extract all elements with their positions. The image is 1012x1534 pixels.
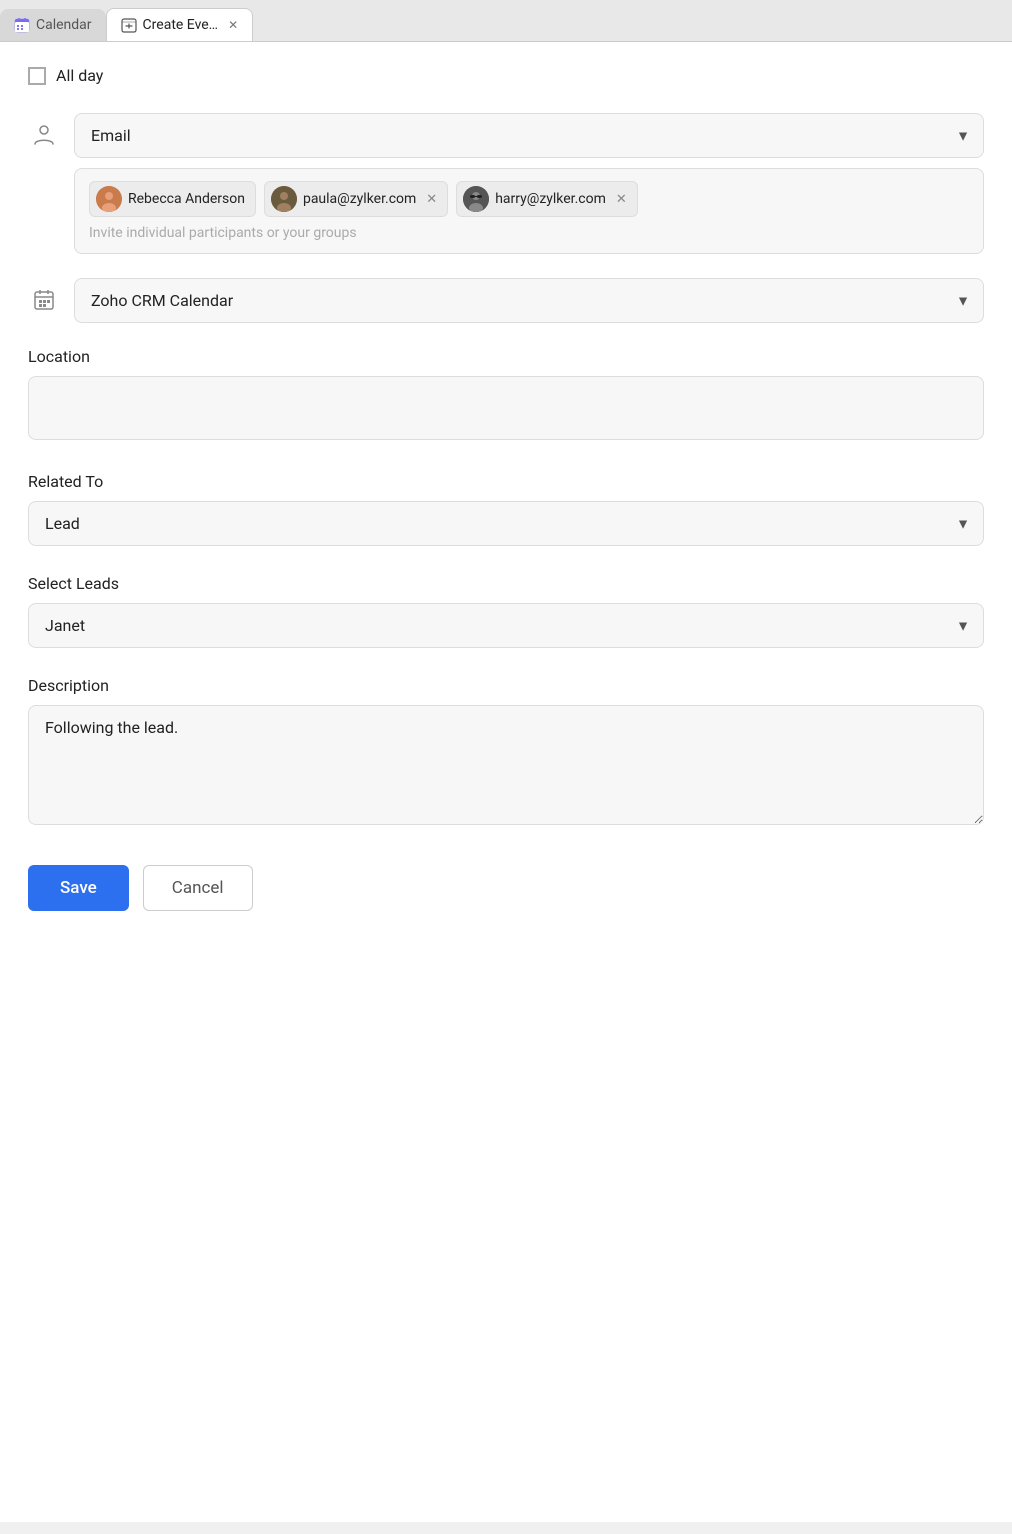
related-to-label: Related To	[28, 472, 984, 491]
email-field-content: Email Phone ▼	[74, 113, 984, 254]
participant-name-paula: paula@zylker.com	[303, 191, 416, 207]
browser-chrome: Calendar Create Eve… ✕	[0, 0, 1012, 42]
related-to-select[interactable]: Lead Contact Account Deal	[28, 501, 984, 546]
create-event-tab[interactable]: Create Eve… ✕	[106, 8, 254, 41]
email-select[interactable]: Email Phone	[74, 113, 984, 158]
select-leads-group: Select Leads Janet ▼	[28, 574, 984, 648]
participant-tag-harry: harry@zylker.com ✕	[456, 181, 638, 217]
cancel-button[interactable]: Cancel	[143, 865, 253, 911]
participant-name-rebecca: Rebecca Anderson	[128, 191, 245, 207]
related-to-select-wrapper: Lead Contact Account Deal ▼	[28, 501, 984, 546]
calendar-app-icon	[14, 17, 30, 33]
calendar-tab[interactable]: Calendar	[0, 9, 106, 41]
remove-paula-icon[interactable]: ✕	[426, 192, 437, 207]
close-tab-icon[interactable]: ✕	[228, 18, 238, 32]
location-input[interactable]	[28, 376, 984, 440]
select-leads-label: Select Leads	[28, 574, 984, 593]
calendar-select-content: Zoho CRM Calendar Personal ▼	[74, 278, 984, 323]
calendar-tab-label: Calendar	[36, 17, 92, 33]
participant-tag-rebecca: Rebecca Anderson	[89, 181, 256, 217]
description-textarea[interactable]: Following the lead.	[28, 705, 984, 825]
invite-placeholder: Invite individual participants or your g…	[89, 225, 969, 241]
all-day-row: All day	[28, 66, 984, 85]
select-leads-select[interactable]: Janet	[28, 603, 984, 648]
calendar-select[interactable]: Zoho CRM Calendar Personal	[74, 278, 984, 323]
calendar-select-wrapper: Zoho CRM Calendar Personal ▼	[74, 278, 984, 323]
participants-box: Rebecca Anderson paula@zylker.com ✕	[74, 168, 984, 254]
email-participants-section: Email Phone ▼	[28, 113, 984, 254]
create-event-tab-label: Create Eve…	[143, 17, 219, 33]
location-group: Location	[28, 347, 984, 444]
select-leads-wrapper: Janet ▼	[28, 603, 984, 648]
action-buttons: Save Cancel	[28, 865, 984, 911]
person-icon	[28, 119, 60, 151]
participant-name-harry: harry@zylker.com	[495, 191, 606, 207]
email-select-wrapper: Email Phone ▼	[74, 113, 984, 158]
save-button[interactable]: Save	[28, 865, 129, 911]
calendar-icon	[28, 284, 60, 316]
description-label: Description	[28, 676, 984, 695]
all-day-label: All day	[56, 66, 103, 85]
create-event-icon	[121, 17, 137, 33]
related-to-group: Related To Lead Contact Account Deal ▼	[28, 472, 984, 546]
avatar-rebecca	[96, 186, 122, 212]
all-day-checkbox[interactable]	[28, 67, 46, 85]
avatar-harry	[463, 186, 489, 212]
page-content: All day Email Phone ▼	[0, 42, 1012, 1522]
remove-harry-icon[interactable]: ✕	[616, 192, 627, 207]
participant-tag-paula: paula@zylker.com ✕	[264, 181, 448, 217]
participant-tags: Rebecca Anderson paula@zylker.com ✕	[89, 181, 969, 217]
location-label: Location	[28, 347, 984, 366]
avatar-paula	[271, 186, 297, 212]
calendar-row: Zoho CRM Calendar Personal ▼	[28, 278, 984, 323]
description-group: Description Following the lead.	[28, 676, 984, 829]
